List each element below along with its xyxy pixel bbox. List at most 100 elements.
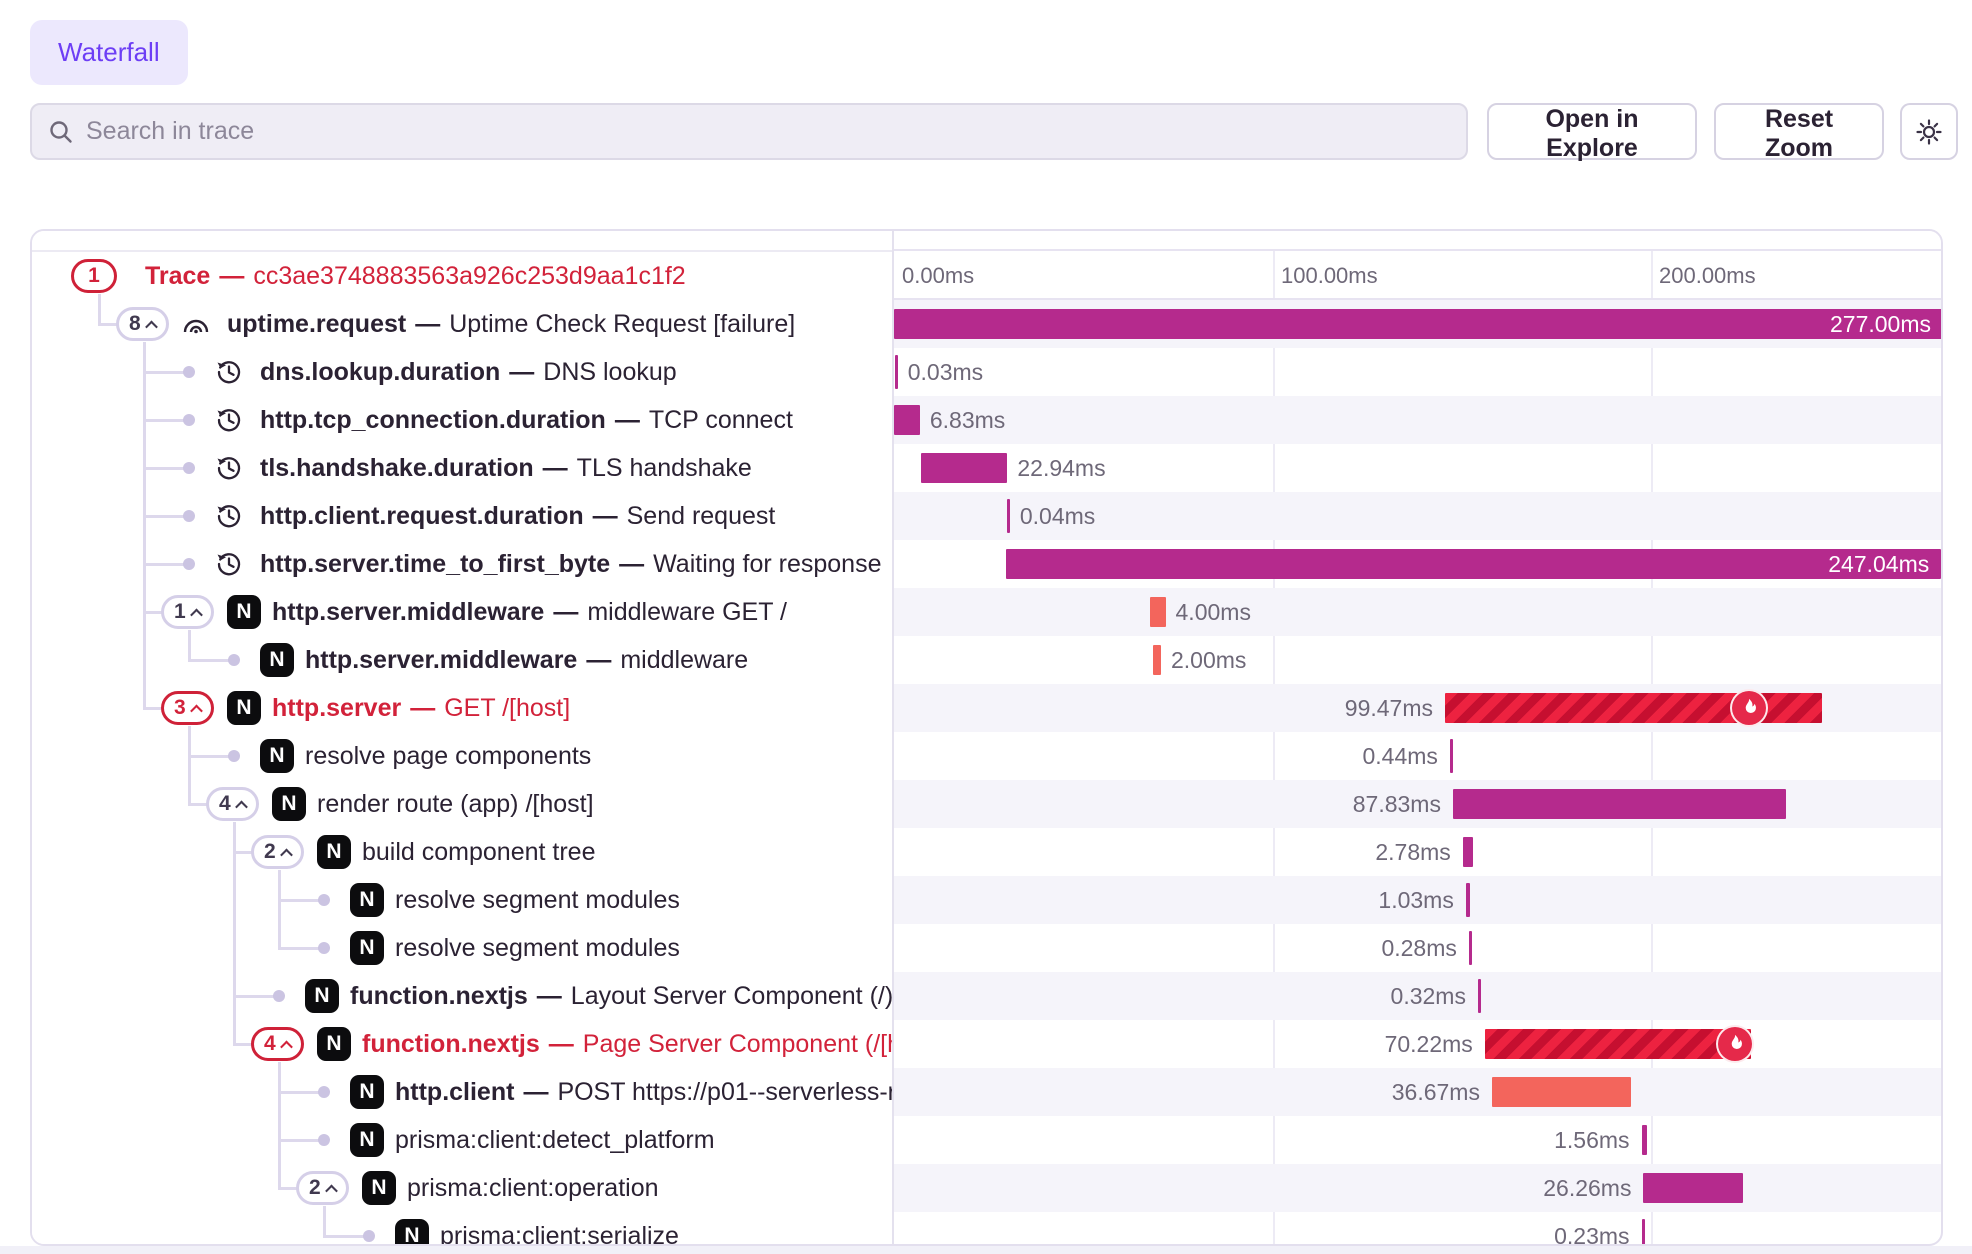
waterfall-row[interactable]: 99.47ms (894, 684, 1941, 732)
span-label: prisma:client:serialize (440, 1212, 679, 1244)
nextjs-icon: N (227, 691, 261, 725)
waterfall-row[interactable]: 2.78ms (894, 828, 1941, 876)
waterfall-row[interactable]: 277.00ms (894, 300, 1941, 348)
tree-expand-badge[interactable]: 8 (116, 307, 169, 341)
waterfall-row[interactable]: 70.22ms (894, 1020, 1941, 1068)
nextjs-icon: N (350, 883, 384, 917)
duration-label: 0.44ms (1363, 732, 1438, 780)
span-description: middleware GET / (587, 598, 787, 626)
tree-dot (318, 942, 330, 954)
nextjs-icon: N (305, 979, 339, 1013)
waterfall-row[interactable]: 0.23ms (894, 1212, 1941, 1244)
span-row[interactable]: Nfunction.nextjs—Layout Server Component… (32, 972, 892, 1020)
span-row[interactable]: 2Nprisma:client:operation (32, 1164, 892, 1212)
span-name: resolve segment modules (395, 934, 680, 962)
waterfall-row[interactable]: 2.00ms (894, 636, 1941, 684)
waterfall-row[interactable]: 4.00ms (894, 588, 1941, 636)
span-duration-bar[interactable] (1492, 1077, 1631, 1107)
tree-expand-badge[interactable]: 3 (161, 691, 214, 725)
reset-zoom-button[interactable]: Reset Zoom (1714, 103, 1884, 160)
span-row[interactable]: Nhttp.client—POST https://p01--serverles… (32, 1068, 892, 1116)
tree-expand-badge[interactable]: 1 (71, 259, 117, 293)
tree-dot (228, 654, 240, 666)
open-in-explore-button[interactable]: Open in Explore (1487, 103, 1697, 160)
duration-label: 0.32ms (1391, 972, 1466, 1020)
fire-icon[interactable] (1716, 1025, 1754, 1063)
span-row[interactable]: 1Trace—cc3ae3748883563a926c253d9aa1c1f2 (32, 252, 892, 300)
span-duration-bar[interactable] (1643, 1173, 1742, 1203)
span-duration-bar[interactable] (1463, 837, 1474, 867)
span-duration-bar[interactable] (895, 355, 898, 389)
tree-expand-badge[interactable]: 4 (251, 1027, 304, 1061)
span-row[interactable]: http.client.request.duration—Send reques… (32, 492, 892, 540)
waterfall-row[interactable]: 0.32ms (894, 972, 1941, 1020)
span-duration-bar[interactable] (921, 453, 1008, 483)
search-box[interactable] (30, 103, 1468, 160)
tree-dot (363, 1230, 375, 1242)
search-input[interactable] (86, 117, 1450, 146)
span-name: http.server.time_to_first_byte (260, 550, 610, 578)
span-duration-bar[interactable] (1450, 739, 1453, 773)
span-row[interactable]: tls.handshake.duration—TLS handshake (32, 444, 892, 492)
span-row[interactable]: http.tcp_connection.duration—TCP connect (32, 396, 892, 444)
tree-expand-badge[interactable]: 4 (206, 787, 259, 821)
tab-waterfall[interactable]: Waterfall (30, 20, 188, 85)
waterfall-row[interactable]: 6.83ms (894, 396, 1941, 444)
span-duration-bar[interactable] (894, 309, 1941, 339)
span-duration-bar[interactable] (1006, 549, 1941, 579)
waterfall-row[interactable]: 0.04ms (894, 492, 1941, 540)
span-duration-bar[interactable] (1642, 1219, 1645, 1244)
span-row[interactable]: dns.lookup.duration—DNS lookup (32, 348, 892, 396)
waterfall-row[interactable]: 0.28ms (894, 924, 1941, 972)
span-row[interactable]: Nresolve segment modules (32, 876, 892, 924)
span-row[interactable]: Nresolve page components (32, 732, 892, 780)
span-duration-bar[interactable] (1153, 645, 1161, 675)
duration-label: 2.00ms (1171, 636, 1246, 684)
span-name: http.server (272, 694, 401, 722)
span-row[interactable]: 2Nbuild component tree (32, 828, 892, 876)
span-row[interactable]: 8uptime.request—Uptime Check Request [fa… (32, 300, 892, 348)
waterfall-row[interactable]: 22.94ms (894, 444, 1941, 492)
span-row[interactable]: Nresolve segment modules (32, 924, 892, 972)
span-row[interactable]: 3Nhttp.server—GET /[host] (32, 684, 892, 732)
tree-expand-badge[interactable]: 1 (161, 595, 214, 629)
fire-icon[interactable] (1730, 689, 1768, 727)
span-name: prisma:client:operation (407, 1174, 659, 1202)
waterfall-row[interactable]: 87.83ms (894, 780, 1941, 828)
span-description: POST https://p01--serverless-re (557, 1078, 892, 1106)
span-duration-bar[interactable] (1453, 789, 1786, 819)
waterfall-row[interactable]: 0.44ms (894, 732, 1941, 780)
span-label: prisma:client:operation (407, 1164, 659, 1212)
span-duration-bar[interactable] (1478, 979, 1481, 1013)
span-duration-bar[interactable] (1150, 597, 1165, 627)
axis-tick-label: 200.00ms (1659, 251, 1756, 300)
clock-history-icon (215, 550, 243, 583)
settings-button[interactable] (1900, 103, 1958, 160)
waterfall-row[interactable]: 1.03ms (894, 876, 1941, 924)
span-label: render route (app) /[host] (317, 780, 594, 828)
waterfall-row[interactable]: 36.67ms (894, 1068, 1941, 1116)
waterfall-row[interactable]: 247.04ms (894, 540, 1941, 588)
tree-dot (183, 366, 195, 378)
span-row[interactable]: Nprisma:client:detect_platform (32, 1116, 892, 1164)
span-row[interactable]: Nprisma:client:serialize (32, 1212, 892, 1244)
span-duration-bar[interactable] (1642, 1125, 1648, 1155)
span-row[interactable]: 4Nfunction.nextjs—Page Server Component … (32, 1020, 892, 1068)
span-duration-bar[interactable] (1485, 1029, 1751, 1059)
waterfall-row[interactable]: 0.03ms (894, 348, 1941, 396)
span-row[interactable]: Nhttp.server.middleware—middleware (32, 636, 892, 684)
search-icon (48, 119, 74, 145)
waterfall-row[interactable]: 26.26ms (894, 1164, 1941, 1212)
tree-expand-badge[interactable]: 2 (251, 835, 304, 869)
tree-expand-badge[interactable]: 2 (296, 1171, 349, 1205)
span-label: resolve segment modules (395, 876, 680, 924)
span-row[interactable]: 1Nhttp.server.middleware—middleware GET … (32, 588, 892, 636)
span-row[interactable]: 4Nrender route (app) /[host] (32, 780, 892, 828)
span-duration-bar[interactable] (1466, 883, 1470, 917)
span-duration-bar[interactable] (894, 405, 920, 435)
waterfall-row[interactable]: 1.56ms (894, 1116, 1941, 1164)
span-duration-bar[interactable] (1469, 931, 1472, 965)
duration-label: 70.22ms (1385, 1020, 1473, 1068)
span-duration-bar[interactable] (1007, 499, 1010, 533)
span-row[interactable]: http.server.time_to_first_byte—Waiting f… (32, 540, 892, 588)
